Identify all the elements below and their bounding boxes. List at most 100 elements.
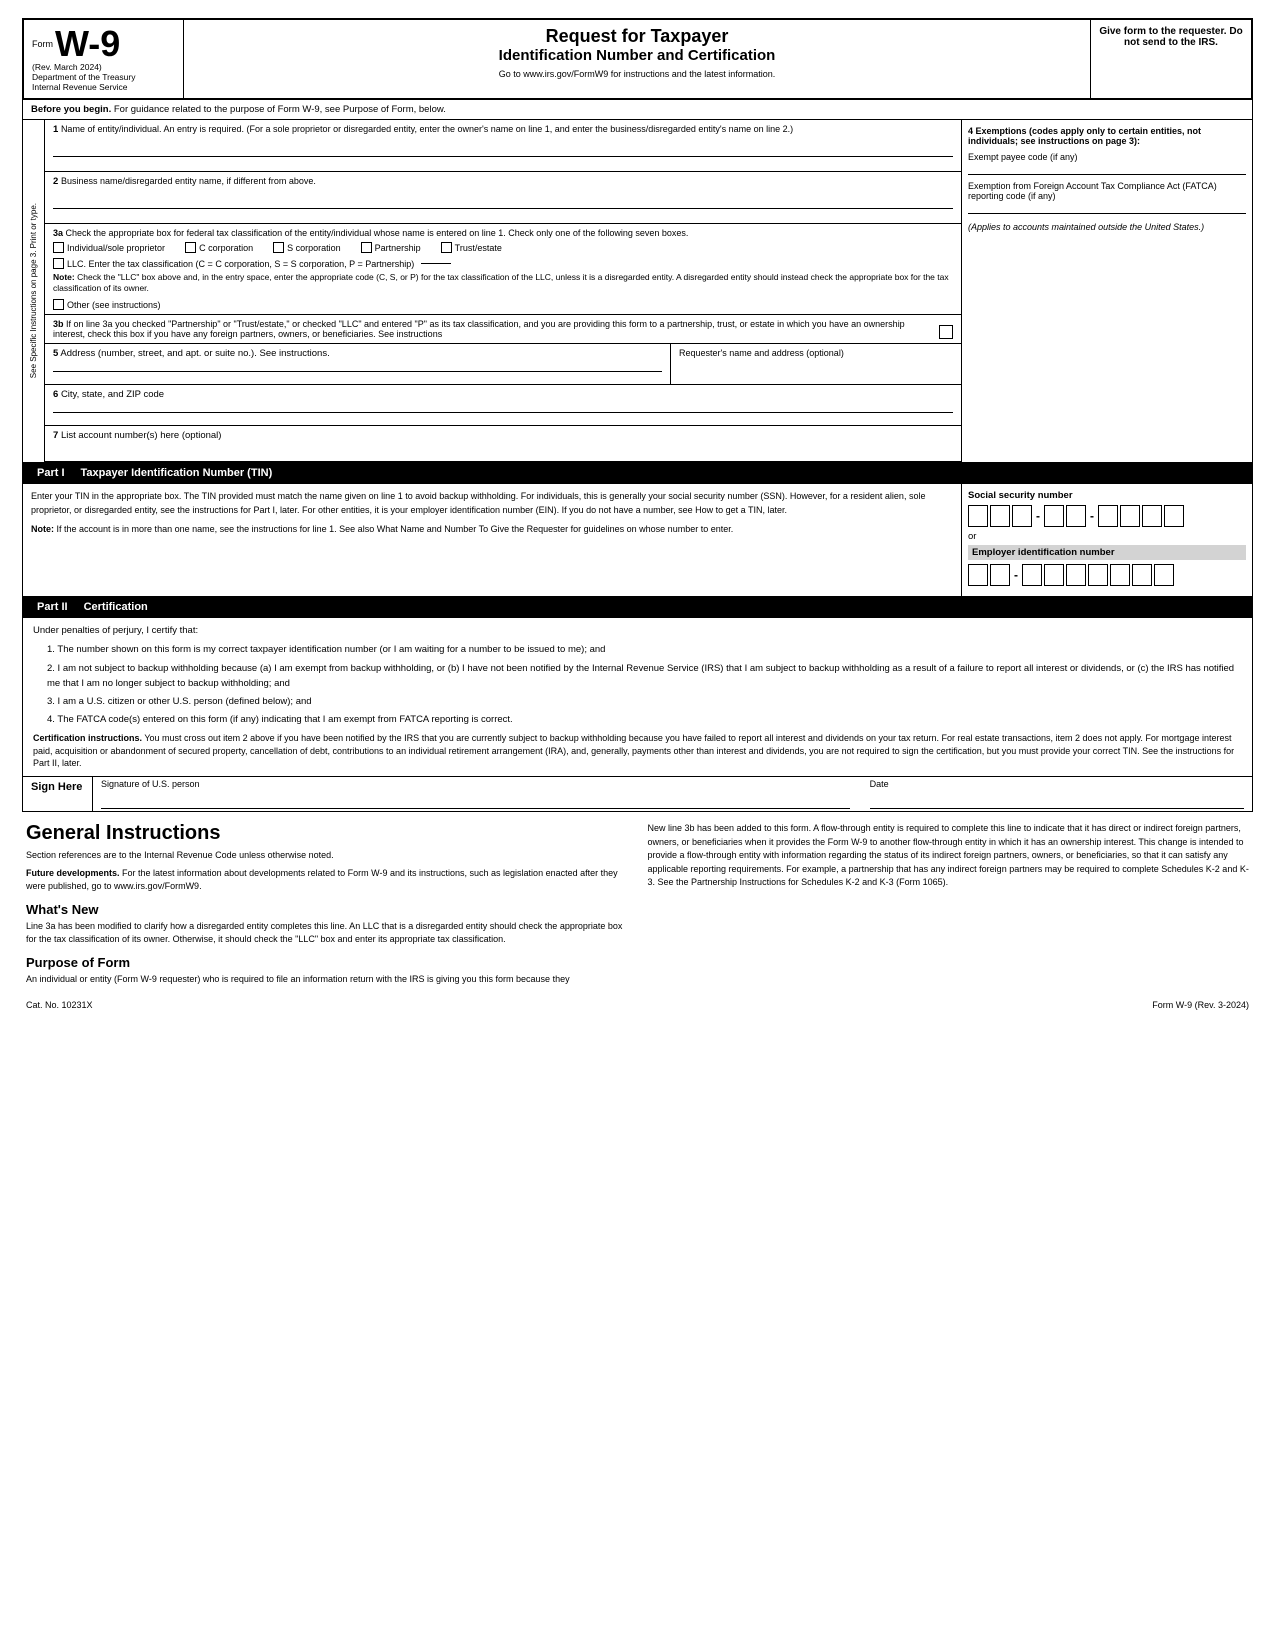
irs-label: Internal Revenue Service	[32, 82, 175, 92]
cert-instructions-text: You must cross out item 2 above if you h…	[33, 733, 1234, 768]
before-begin-label: Before you begin.	[31, 104, 111, 115]
cb-ccorp[interactable]: C corporation	[185, 242, 253, 253]
ein-box7[interactable]	[1110, 564, 1130, 586]
ein-box8[interactable]	[1132, 564, 1152, 586]
line5-label: 5	[53, 348, 58, 359]
fatca-exemption: Exemption from Foreign Account Tax Compl…	[968, 181, 1246, 214]
form-title2: Identification Number and Certification	[194, 47, 1080, 64]
gen-left-col: General Instructions Section references …	[26, 822, 628, 990]
ssn-box7[interactable]	[1120, 505, 1140, 527]
cert3: 3. I am a U.S. citizen or other U.S. per…	[47, 694, 1242, 709]
line6-row: 6 City, state, and ZIP code	[45, 385, 961, 426]
give-form-text: Give form to the requester. Do not send …	[1099, 26, 1242, 48]
cb-trust-box[interactable]	[441, 242, 452, 253]
cert4: 4. The FATCA code(s) entered on this for…	[47, 712, 1242, 727]
sign-here-label: Sign Here	[31, 781, 84, 793]
line5-row: 5 Address (number, street, and apt. or s…	[45, 344, 961, 385]
fatca-label: Exemption from Foreign Account Tax Compl…	[968, 181, 1246, 201]
date-label: Date	[870, 779, 1244, 789]
line2-text: Business name/disregarded entity name, i…	[61, 176, 316, 186]
ssn-box8[interactable]	[1142, 505, 1162, 527]
ein-box1[interactable]	[968, 564, 988, 586]
ssn-box9[interactable]	[1164, 505, 1184, 527]
sign-here-row: Sign Here Signature of U.S. person Date	[22, 777, 1253, 812]
note-text: Check the "LLC" box above and, in the en…	[53, 272, 949, 293]
cb-individual[interactable]: Individual/sole proprietor	[53, 242, 165, 253]
ssn-box4[interactable]	[1044, 505, 1064, 527]
line7-label: 7	[53, 430, 58, 441]
cert2: 2. I am not subject to backup withholdin…	[47, 661, 1242, 691]
cb-ccorp-box[interactable]	[185, 242, 196, 253]
form-label: Form	[32, 39, 53, 49]
ssn-box6[interactable]	[1098, 505, 1118, 527]
sign-content: Signature of U.S. person Date	[93, 777, 1252, 811]
ein-box3[interactable]	[1022, 564, 1042, 586]
cert-list: 1. The number shown on this form is my c…	[47, 642, 1242, 727]
ssn-box2[interactable]	[990, 505, 1010, 527]
under-penalties: Under penalties of perjury, I certify th…	[33, 624, 1242, 638]
tin-boxes-area: Social security number - - or Employer i…	[962, 484, 1252, 596]
tin-instructions: Enter your TIN in the appropriate box. T…	[23, 484, 962, 596]
exemptions-title: 4 Exemptions (codes apply only to certai…	[968, 126, 1246, 146]
before-begin-text: For guidance related to the purpose of F…	[114, 104, 446, 115]
ein-box9[interactable]	[1154, 564, 1174, 586]
cb-individual-box[interactable]	[53, 242, 64, 253]
line6-field: 6 City, state, and ZIP code	[45, 385, 961, 425]
line3a-note: Note: Check the "LLC" box above and, in …	[53, 272, 953, 294]
ein-dash: -	[1012, 568, 1020, 582]
cb-scorp[interactable]: S corporation	[273, 242, 341, 253]
line3a-text: Check the appropriate box for federal ta…	[66, 228, 689, 238]
dept: Department of the Treasury	[32, 72, 175, 82]
cb-llc-label: LLC. Enter the tax classification (C = C…	[67, 259, 414, 269]
cb-llc-box[interactable]	[53, 258, 64, 269]
signature-label: Signature of U.S. person	[101, 779, 850, 789]
cb-partnership[interactable]: Partnership	[361, 242, 421, 253]
sign-label: Sign Here	[23, 777, 93, 811]
cb-llc[interactable]: LLC. Enter the tax classification (C = C…	[53, 258, 451, 269]
form-header-left: Form W-9 (Rev. March 2024) Department of…	[24, 20, 184, 98]
line7-field: 7 List account number(s) here (optional)	[45, 426, 961, 462]
gen-title: General Instructions	[26, 822, 628, 845]
tin-main-text: Enter your TIN in the appropriate box. T…	[31, 490, 953, 517]
cb-3b-box[interactable]	[939, 325, 953, 339]
ssn-dash1: -	[1034, 509, 1042, 523]
before-begin: Before you begin. For guidance related t…	[22, 100, 1253, 120]
cat-no: Cat. No. 10231X	[26, 1000, 93, 1010]
exemptions-column: 4 Exemptions (codes apply only to certai…	[962, 120, 1252, 462]
line3a-field: 3a Check the appropriate box for federal…	[45, 224, 961, 315]
date-line[interactable]	[870, 789, 1244, 809]
cb-trust-label: Trust/estate	[455, 243, 502, 253]
ssn-box3[interactable]	[1012, 505, 1032, 527]
date-area: Date	[870, 779, 1244, 809]
ein-box6[interactable]	[1088, 564, 1108, 586]
cb-other-box[interactable]	[53, 299, 64, 310]
cb-ccorp-label: C corporation	[199, 243, 253, 253]
cb-other[interactable]: Other (see instructions)	[53, 299, 161, 310]
cb-scorp-box[interactable]	[273, 242, 284, 253]
cert1: 1. The number shown on this form is my c…	[47, 642, 1242, 657]
line5-field: 5 Address (number, street, and apt. or s…	[45, 344, 671, 384]
tin-note-label: Note:	[31, 524, 54, 534]
form-title1: Request for Taxpayer	[194, 26, 1080, 47]
purpose-text: An individual or entity (Form W-9 reques…	[26, 973, 628, 987]
note-label: Note:	[53, 272, 75, 282]
line2-field: 2 Business name/disregarded entity name,…	[45, 172, 961, 224]
requester-label: Requester's name and address (optional)	[679, 348, 844, 358]
tin-note: Note: If the account is in more than one…	[31, 523, 953, 537]
ein-box4[interactable]	[1044, 564, 1064, 586]
ssn-box5[interactable]	[1066, 505, 1086, 527]
cb-partnership-box[interactable]	[361, 242, 372, 253]
line6-text: City, state, and ZIP code	[61, 389, 164, 400]
header-right: Give form to the requester. Do not send …	[1091, 20, 1251, 98]
ssn-box1[interactable]	[968, 505, 988, 527]
cb-trust[interactable]: Trust/estate	[441, 242, 502, 253]
signature-line[interactable]	[101, 789, 850, 809]
ssn-label: Social security number	[968, 490, 1246, 501]
general-instructions: General Instructions Section references …	[22, 822, 1253, 990]
ein-box5[interactable]	[1066, 564, 1086, 586]
ein-box2[interactable]	[990, 564, 1010, 586]
ein-label: Employer identification number	[968, 545, 1246, 560]
line3b-field: 3b If on line 3a you checked "Partnershi…	[45, 315, 961, 344]
ein-boxes: -	[968, 564, 1246, 586]
cb-partnership-label: Partnership	[375, 243, 421, 253]
